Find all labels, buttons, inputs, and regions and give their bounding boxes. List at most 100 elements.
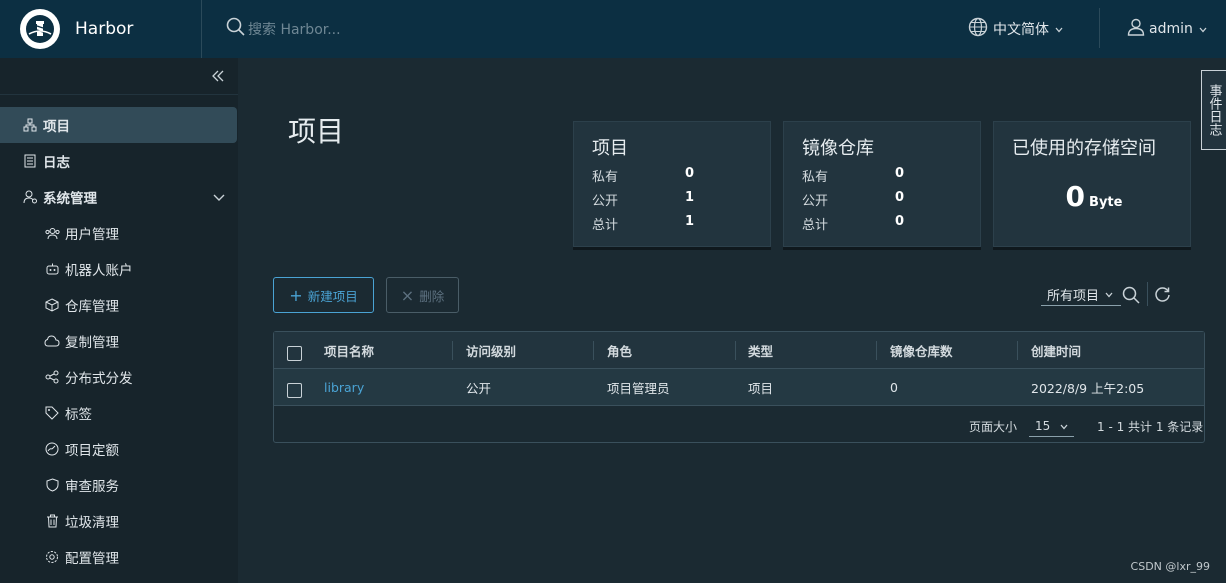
tag-icon xyxy=(44,405,60,421)
page-size-value: 15 xyxy=(1035,418,1051,433)
storage-usage: 0 Byte xyxy=(994,180,1194,213)
total-label: 总计 xyxy=(802,218,829,233)
column-divider xyxy=(452,341,453,360)
column-divider xyxy=(735,341,736,360)
logs-icon xyxy=(22,153,38,169)
public-count: 0 xyxy=(895,190,905,205)
registry-icon xyxy=(44,297,60,313)
button-label: 删除 xyxy=(419,288,445,304)
header-divider xyxy=(1099,8,1100,48)
new-project-button[interactable]: + 新建项目 xyxy=(273,277,374,313)
sidebar-item-label: 用户管理 xyxy=(65,227,119,243)
robot-icon xyxy=(44,261,60,277)
users-icon xyxy=(44,225,60,241)
chevron-down-icon xyxy=(1105,287,1113,302)
access-level: 公开 xyxy=(466,381,492,396)
close-icon: × xyxy=(400,285,415,305)
page-title: 项目 xyxy=(288,115,345,148)
sidebar-item-label: 系统管理 xyxy=(43,191,97,207)
total-label: 总计 xyxy=(592,218,619,233)
user-menu[interactable]: admin xyxy=(1126,17,1207,41)
card-title: 已使用的存储空间 xyxy=(1012,138,1156,159)
table-header: 项目名称 访问级别 角色 类型 镜像仓库数 创建时间 xyxy=(274,332,1204,369)
toolbar-divider xyxy=(1147,282,1148,306)
sidebar-item-label: 配置管理 xyxy=(65,551,119,567)
event-log-tab[interactable]: 事件日志 xyxy=(1201,70,1226,150)
replication-icon xyxy=(44,333,60,349)
collapse-sidebar-icon[interactable] xyxy=(210,68,226,88)
sidebar-item-projects[interactable]: 项目 xyxy=(0,107,237,143)
card-title: 项目 xyxy=(592,138,628,159)
watermark: CSDN @lxr_99 xyxy=(1130,560,1210,573)
storage-unit: Byte xyxy=(1089,195,1123,210)
shield-icon xyxy=(44,477,60,493)
distribution-icon xyxy=(44,369,60,385)
sidebar-item-label: 日志 xyxy=(43,155,70,171)
total-count: 0 xyxy=(895,214,905,229)
table-footer: 页面大小 15 1 - 1 共计 1 条记录 xyxy=(274,407,1204,443)
column-header-name[interactable]: 项目名称 xyxy=(324,332,374,369)
search-input[interactable]: 搜索 Harbor... xyxy=(248,19,341,39)
delete-button[interactable]: × 删除 xyxy=(386,277,459,313)
role: 项目管理员 xyxy=(607,381,670,396)
table-row[interactable]: library 公开 项目管理员 项目 0 2022/8/9 上午2:05 xyxy=(274,369,1204,406)
sidebar: 项目 日志 系统管理 用户管理 机器人账户 仓库管理 复制管理 分布式分发 标签… xyxy=(0,58,238,583)
sidebar-item-distribution[interactable]: 分布式分发 xyxy=(0,359,237,395)
plus-icon: + xyxy=(289,285,303,305)
column-header-role[interactable]: 角色 xyxy=(607,332,632,369)
page-size-select[interactable]: 15 xyxy=(1029,415,1074,437)
app-name: Harbor xyxy=(75,19,134,39)
chevron-down-icon xyxy=(1060,419,1068,433)
column-header-created[interactable]: 创建时间 xyxy=(1031,332,1081,369)
admin-icon xyxy=(22,189,38,205)
projects-icon xyxy=(22,117,38,133)
sidebar-item-registries[interactable]: 仓库管理 xyxy=(0,287,237,323)
sidebar-item-label: 审查服务 xyxy=(65,479,119,495)
created-time: 2022/8/9 上午2:05 xyxy=(1031,381,1145,396)
column-header-access[interactable]: 访问级别 xyxy=(466,332,516,369)
column-header-repo-count[interactable]: 镜像仓库数 xyxy=(890,332,953,369)
sidebar-item-robots[interactable]: 机器人账户 xyxy=(0,251,237,287)
private-count: 0 xyxy=(685,166,695,181)
sidebar-item-logs[interactable]: 日志 xyxy=(0,143,237,179)
select-all-checkbox[interactable] xyxy=(287,346,302,361)
sidebar-item-label: 项目定额 xyxy=(65,443,119,459)
sidebar-item-admin[interactable]: 系统管理 xyxy=(0,179,237,215)
sidebar-divider xyxy=(0,94,238,95)
global-search[interactable]: 搜索 Harbor... xyxy=(226,17,341,41)
user-icon xyxy=(1126,17,1146,41)
sidebar-item-users[interactable]: 用户管理 xyxy=(0,215,237,251)
sidebar-item-label: 复制管理 xyxy=(65,335,119,351)
column-divider xyxy=(1017,341,1018,360)
sidebar-item-quotas[interactable]: 项目定额 xyxy=(0,431,237,467)
row-checkbox[interactable] xyxy=(287,383,302,398)
column-header-type[interactable]: 类型 xyxy=(748,332,773,369)
sidebar-item-replication[interactable]: 复制管理 xyxy=(0,323,237,359)
brand[interactable]: Harbor xyxy=(0,0,202,58)
sidebar-item-labels[interactable]: 标签 xyxy=(0,395,237,431)
public-label: 公开 xyxy=(592,194,619,209)
sidebar-item-label: 分布式分发 xyxy=(65,371,133,387)
project-filter-select[interactable]: 所有项目 xyxy=(1041,284,1121,306)
sidebar-item-label: 仓库管理 xyxy=(65,299,119,315)
repos-summary-card: 镜像仓库 私有 0 公开 0 总计 0 xyxy=(783,121,981,247)
public-label: 公开 xyxy=(802,194,829,209)
type: 项目 xyxy=(748,381,774,396)
refresh-icon[interactable] xyxy=(1154,286,1171,307)
sidebar-item-scanner[interactable]: 审查服务 xyxy=(0,467,237,503)
globe-icon xyxy=(968,17,988,41)
language-selector[interactable]: 中文简体 xyxy=(968,17,1063,41)
chevron-down-icon xyxy=(1055,21,1063,37)
search-icon[interactable] xyxy=(1122,286,1140,308)
sidebar-item-label: 标签 xyxy=(65,407,92,423)
chevron-down-icon xyxy=(213,190,225,206)
settings-icon xyxy=(44,549,60,565)
private-label: 私有 xyxy=(592,170,619,185)
sidebar-item-config[interactable]: 配置管理 xyxy=(0,539,237,575)
harbor-logo-icon xyxy=(20,9,60,49)
language-label: 中文简体 xyxy=(993,22,1049,38)
button-label: 新建项目 xyxy=(307,288,358,304)
project-name-link[interactable]: library xyxy=(324,369,364,406)
sidebar-item-gc[interactable]: 垃圾清理 xyxy=(0,503,237,539)
private-label: 私有 xyxy=(802,170,829,185)
